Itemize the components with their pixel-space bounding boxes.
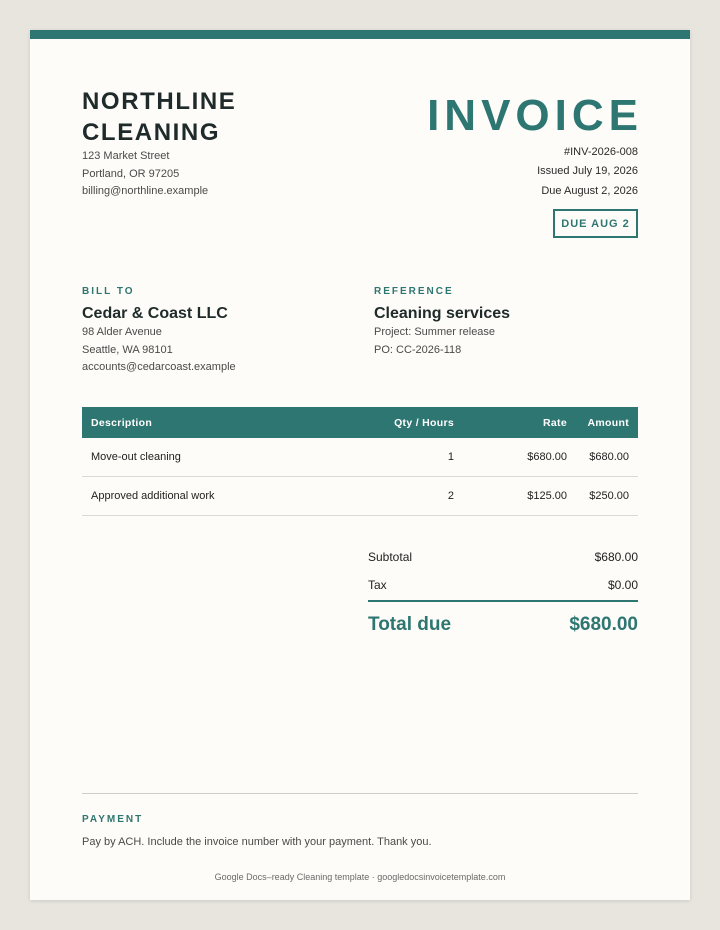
reference-title: Cleaning services <box>374 305 511 322</box>
total-due-row: Total due $680.00 <box>368 602 638 648</box>
tax-value: $0.00 <box>607 578 638 592</box>
payment-instructions: Pay by ACH. Include the invoice number w… <box>82 836 432 848</box>
issued-date: Issued July 19, 2026 <box>537 165 638 177</box>
due-badge: DUE AUG 2 <box>553 209 638 238</box>
totals-block: Subtotal $680.00 Tax $0.00 Total due $68… <box>368 543 638 648</box>
company-name: NORTHLINE CLEANING <box>82 88 237 146</box>
row-rate: $680.00 <box>463 438 576 477</box>
template-credit: Google Docs–ready Cleaning template · go… <box>214 872 506 882</box>
company-address-line1: 123 Market Street <box>82 150 170 162</box>
row-amount: $250.00 <box>576 476 638 516</box>
row-rate: $125.00 <box>463 476 576 516</box>
client-email: accounts@cedarcoast.example <box>82 361 236 373</box>
subtotal-label: Subtotal <box>368 550 413 564</box>
table-header-row: Description Qty / Hours Rate Amount <box>82 407 638 438</box>
total-due-value: $680.00 <box>569 614 638 635</box>
row-qty: 2 <box>350 476 463 516</box>
due-date: Due August 2, 2026 <box>541 185 638 197</box>
tax-row: Tax $0.00 <box>368 571 638 599</box>
invoice-page: NORTHLINE CLEANING 123 Market Street Por… <box>30 30 690 900</box>
accent-bar <box>30 30 690 39</box>
company-email: billing@northline.example <box>82 185 209 197</box>
subtotal-row: Subtotal $680.00 <box>368 543 638 571</box>
row-description: Move-out cleaning <box>82 438 350 477</box>
reference-project: Project: Summer release <box>374 326 496 338</box>
footer-divider <box>82 793 638 794</box>
header-description: Description <box>91 416 153 429</box>
reference-label: REFERENCE <box>374 286 454 297</box>
header-qty: Qty / Hours <box>394 416 454 429</box>
row-qty: 1 <box>350 438 463 477</box>
total-due-label: Total due <box>368 614 452 635</box>
invoice-title: INVOICE <box>427 91 643 140</box>
row-description: Approved additional work <box>82 476 350 516</box>
table-row: Move-out cleaning 1 $680.00 $680.00 <box>82 438 638 477</box>
reference-po: PO: CC-2026-118 <box>374 344 462 356</box>
company-address-line2: Portland, OR 97205 <box>82 168 180 180</box>
line-items-table: Description Qty / Hours Rate Amount Move… <box>82 407 638 516</box>
row-amount: $680.00 <box>576 438 638 477</box>
bill-to-label: BILL TO <box>82 286 135 297</box>
invoice-number: #INV-2026-008 <box>564 146 638 158</box>
client-address-line2: Seattle, WA 98101 <box>82 344 173 356</box>
payment-label: PAYMENT <box>82 814 144 825</box>
header-amount: Amount <box>587 416 629 429</box>
client-address-line1: 98 Alder Avenue <box>82 326 162 338</box>
header-rate: Rate <box>543 416 567 429</box>
tax-label: Tax <box>368 578 387 592</box>
subtotal-value: $680.00 <box>594 550 638 564</box>
client-name: Cedar & Coast LLC <box>82 305 228 322</box>
table-row: Approved additional work 2 $125.00 $250.… <box>82 476 638 516</box>
